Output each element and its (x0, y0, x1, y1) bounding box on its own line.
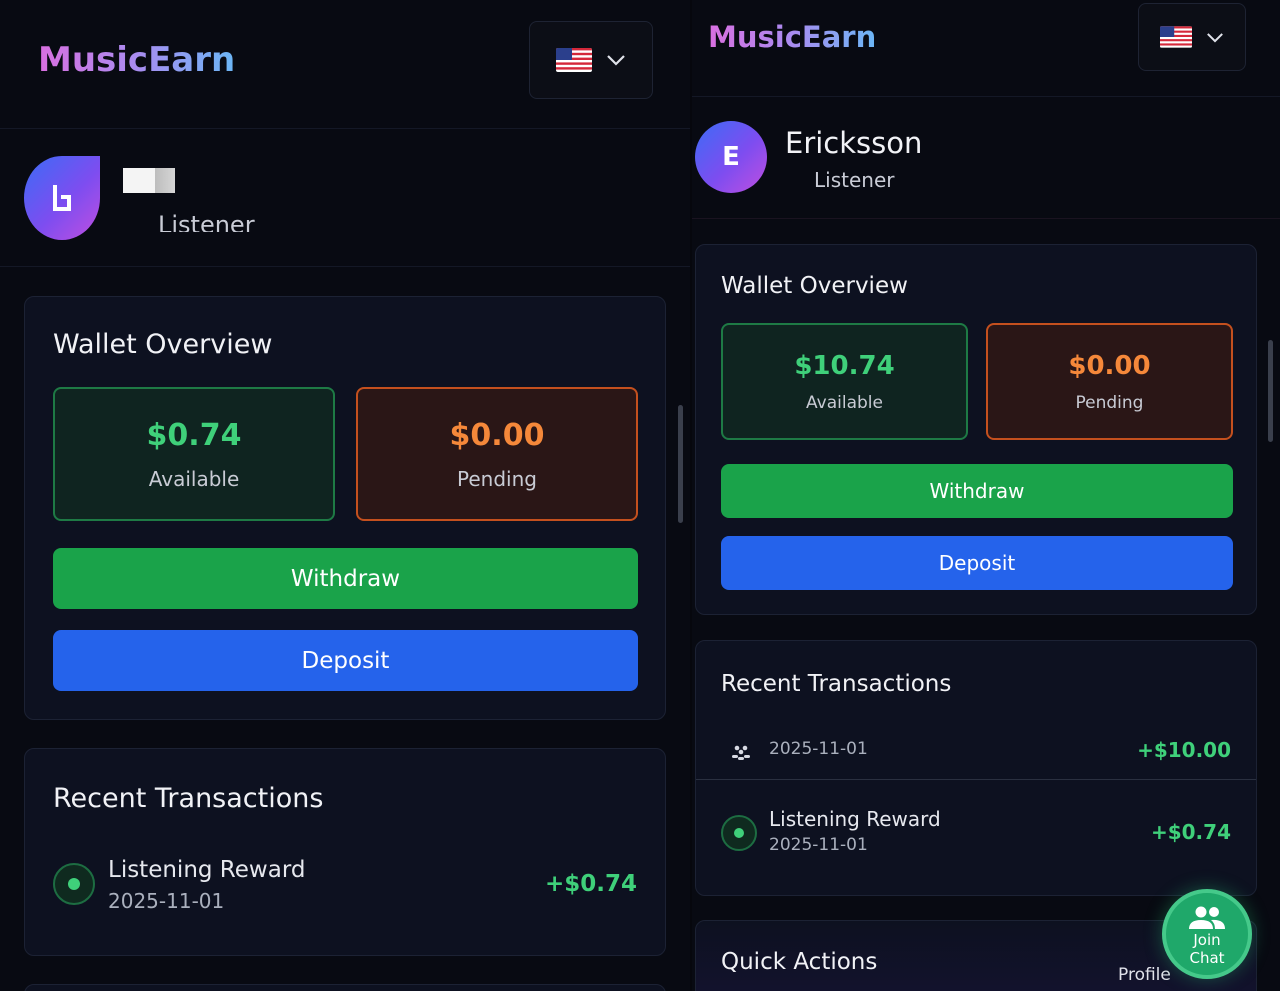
transaction-row[interactable]: Listening Reward 2025-11-01 +$0.74 (696, 803, 1256, 861)
user-role: Listener (814, 168, 895, 192)
wallet-title: Wallet Overview (53, 329, 273, 360)
transaction-date: 2025-11-01 (769, 739, 868, 759)
chevron-down-icon (1207, 32, 1223, 43)
app-logo[interactable]: MusicEarn (38, 40, 235, 80)
app-header: MusicEarn (692, 0, 1280, 97)
transaction-row[interactable]: Listening Reward 2025-11-01 +$0.74 (25, 849, 665, 919)
available-balance: $0.74 Available (53, 387, 335, 521)
transaction-date: 2025-11-01 (108, 889, 225, 913)
available-label: Available (806, 392, 883, 413)
next-card (24, 984, 666, 991)
language-selector[interactable] (1138, 3, 1246, 71)
deposit-button[interactable]: Deposit (721, 536, 1233, 590)
left-screen: MusicEarn Listener Wallet Overview $0.74… (0, 0, 690, 991)
wallet-card: Wallet Overview $0.74 Available $0.00 Pe… (24, 296, 666, 720)
scrollbar[interactable] (1268, 340, 1273, 442)
user-role: Listener (158, 211, 255, 232)
pending-amount: $0.00 (449, 417, 545, 453)
app-header: MusicEarn (0, 0, 690, 129)
pending-label: Pending (457, 466, 537, 491)
transaction-date: 2025-11-01 (769, 835, 868, 855)
transactions-title: Recent Transactions (53, 783, 324, 814)
transactions-card: Recent Transactions Listening Reward 202… (24, 748, 666, 956)
transactions-card: Recent Transactions 2025-11-01 +$10.00 L… (695, 640, 1257, 896)
user-name: Ericksson (785, 126, 923, 160)
available-balance: $10.74 Available (721, 323, 968, 440)
transaction-title: Listening Reward (108, 857, 306, 883)
available-amount: $0.74 (146, 417, 242, 453)
join-chat-line1: Join (1193, 931, 1221, 949)
join-chat-line2: Chat (1189, 949, 1225, 967)
transaction-row[interactable]: 2025-11-01 +$10.00 (696, 731, 1256, 780)
us-flag-icon (1160, 26, 1192, 48)
scrollbar[interactable] (678, 405, 683, 523)
language-selector[interactable] (529, 21, 653, 99)
withdraw-button[interactable]: Withdraw (53, 548, 638, 609)
referral-icon (732, 745, 750, 760)
reward-icon (721, 815, 757, 851)
app-logo[interactable]: MusicEarn (708, 20, 876, 54)
right-screen: MusicEarn E Ericksson Listener Wallet Ov… (692, 0, 1280, 991)
transaction-amount: +$0.74 (1150, 820, 1231, 844)
wallet-card: Wallet Overview $10.74 Available $0.00 P… (695, 244, 1257, 615)
wallet-title: Wallet Overview (721, 273, 908, 299)
withdraw-button[interactable]: Withdraw (721, 464, 1233, 518)
deposit-button[interactable]: Deposit (53, 630, 638, 691)
profile-action-label[interactable]: Profile (1118, 965, 1171, 985)
profile-section: Listener (0, 128, 690, 267)
transactions-title: Recent Transactions (721, 671, 952, 697)
avatar[interactable]: E (695, 121, 767, 193)
pending-amount: $0.00 (1068, 350, 1151, 381)
join-chat-button[interactable]: Join Chat (1162, 889, 1252, 979)
chevron-down-icon (607, 55, 625, 66)
pending-balance: $0.00 Pending (986, 323, 1233, 440)
group-icon (1189, 906, 1225, 929)
pending-label: Pending (1075, 392, 1144, 413)
transaction-amount: +$0.74 (544, 871, 637, 897)
avatar[interactable] (24, 156, 100, 240)
us-flag-icon (556, 48, 592, 72)
avatar-glyph-icon (53, 185, 71, 211)
quick-actions-title: Quick Actions (721, 949, 878, 975)
available-amount: $10.74 (794, 350, 895, 381)
transaction-amount: +$10.00 (1137, 738, 1231, 762)
profile-section: E Ericksson Listener (692, 96, 1280, 219)
available-label: Available (148, 466, 240, 491)
redacted-username (123, 168, 175, 193)
pending-balance: $0.00 Pending (356, 387, 638, 521)
transaction-title: Listening Reward (769, 807, 941, 831)
reward-icon (53, 863, 95, 905)
